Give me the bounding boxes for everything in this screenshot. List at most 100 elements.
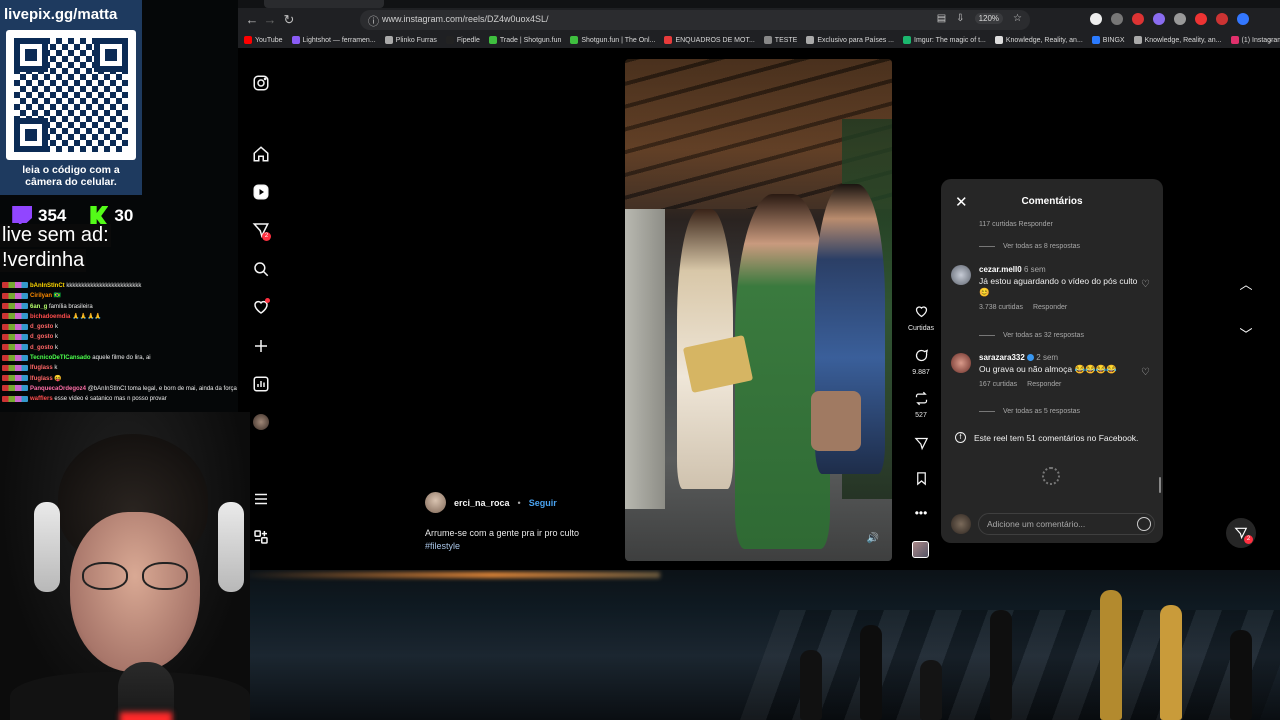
likes-label: Curtidas xyxy=(907,325,935,332)
menu-hamburger-icon[interactable] xyxy=(248,486,274,512)
next-reel-chevron-down-icon[interactable]: ﹀ xyxy=(1234,323,1258,347)
threads-apps-icon[interactable] xyxy=(248,524,274,550)
chat-badges-icon xyxy=(2,313,28,320)
reload-button[interactable]: ↻ xyxy=(281,12,297,28)
chat-badges-icon xyxy=(2,333,28,340)
chat-badges-icon xyxy=(2,385,28,392)
extension-icon[interactable] xyxy=(1132,13,1144,25)
bookmark-item[interactable]: Knowledge, Reality, an... xyxy=(994,36,1083,44)
back-button[interactable]: ← xyxy=(244,12,260,28)
reply-button[interactable]: Responder xyxy=(1033,304,1067,311)
stream-chat: bAnInStInCt kkkkkkkkkkkkkkkkkkkkkkkkk Cir… xyxy=(2,281,238,405)
caption-hashtag[interactable]: #filestyle xyxy=(425,540,579,553)
zoom-badge[interactable]: 120% xyxy=(974,13,1004,24)
bookmark-item[interactable]: Trade | Shotgun.fun xyxy=(488,36,561,44)
bookmark-favicon-icon xyxy=(763,36,772,44)
extension-icon[interactable] xyxy=(1153,13,1165,25)
audio-thumbnail[interactable] xyxy=(912,541,929,558)
reader-icon[interactable]: ▤ xyxy=(937,13,946,24)
chat-badges-icon xyxy=(2,364,28,371)
view-replies-button[interactable]: Ver todas as 8 respostas xyxy=(979,243,1080,250)
bookmark-item[interactable]: Imgur: The magic of t... xyxy=(903,36,986,44)
bookmark-item[interactable]: TESTE xyxy=(763,36,797,44)
bookmark-item[interactable]: ENQUADROS DE MOT... xyxy=(664,36,755,44)
like-button[interactable]: Curtidas xyxy=(906,304,936,332)
comment-likes[interactable]: 167 curtidas xyxy=(979,381,1017,388)
site-info-icon[interactable]: ⓘ xyxy=(368,13,379,29)
url-text[interactable]: www.instagram.com/reels/DZ4w0uox4SL/ xyxy=(382,14,549,24)
previous-reel-chevron-up-icon[interactable]: ︿ xyxy=(1234,273,1258,297)
bookmark-item[interactable]: Exclusivo para Países ... xyxy=(806,36,894,44)
dashboard-icon[interactable] xyxy=(248,371,274,397)
instagram-logo-icon[interactable] xyxy=(248,70,274,96)
chat-text: 🙏🙏🙏🙏 xyxy=(72,313,102,320)
facebook-comments-note[interactable]: f Este reel tem 51 comentários no Facebo… xyxy=(955,432,1138,443)
comment-like-icon[interactable]: ♡ xyxy=(1141,279,1150,290)
extension-icon[interactable] xyxy=(1111,13,1123,25)
repost-button[interactable]: 527 xyxy=(906,391,936,419)
chat-badges-icon xyxy=(2,354,28,361)
more-bookmarks-icon[interactable]: › xyxy=(1262,33,1278,49)
comments-panel: ✕ Comentários 117 curtidas Responder Ver… xyxy=(941,179,1163,543)
bookmark-item[interactable]: Lightshot — ferramen... xyxy=(291,36,376,44)
comment-avatar[interactable] xyxy=(951,265,971,285)
comment-like-icon[interactable]: ♡ xyxy=(1141,367,1150,378)
comments-list[interactable]: 117 curtidas Responder Ver todas as 8 re… xyxy=(941,219,1163,493)
chat-badges-icon xyxy=(2,375,28,382)
comment-button[interactable]: 9.887 xyxy=(906,348,936,376)
active-tab[interactable] xyxy=(264,0,384,8)
messages-fab[interactable]: 2 xyxy=(1226,518,1256,548)
emoji-icon[interactable] xyxy=(1137,517,1151,531)
author-username[interactable]: erci_na_roca xyxy=(454,498,510,508)
create-plus-icon[interactable] xyxy=(248,333,274,359)
video-wall xyxy=(625,209,665,509)
extension-icon[interactable] xyxy=(1195,13,1207,25)
extension-icon[interactable] xyxy=(1174,13,1186,25)
save-bookmark-button[interactable] xyxy=(906,471,936,491)
view-replies-button[interactable]: Ver todas as 32 respostas xyxy=(979,332,1084,339)
notifications-heart-icon[interactable] xyxy=(248,294,274,320)
bookmark-item[interactable]: Knowledge, Reality, an... xyxy=(1133,36,1222,44)
home-icon[interactable] xyxy=(248,141,274,167)
extension-icon[interactable] xyxy=(1090,13,1102,25)
author-avatar[interactable] xyxy=(425,492,446,513)
twitch-viewers: 354 xyxy=(38,206,67,225)
extension-icon[interactable] xyxy=(1237,13,1249,25)
star-icon[interactable]: ☆ xyxy=(1013,13,1022,24)
comment-likes[interactable]: 3.738 curtidas xyxy=(979,304,1023,311)
comment-avatar[interactable] xyxy=(951,353,971,373)
download-icon[interactable]: ⇩ xyxy=(956,13,964,24)
comment-username[interactable]: sarazara332 xyxy=(979,353,1025,362)
reel-video[interactable]: 🔊 xyxy=(625,59,892,561)
bookmark-item[interactable]: Plinko Furras xyxy=(384,36,437,44)
comment-username[interactable]: cezar.mell0 xyxy=(979,265,1022,274)
address-bar[interactable]: ⓘ www.instagram.com/reels/DZ4w0uox4SL/ ▤… xyxy=(360,10,1030,30)
reels-icon[interactable] xyxy=(248,179,274,205)
search-icon[interactable] xyxy=(248,256,274,282)
reposts-count: 527 xyxy=(915,412,927,419)
extension-icon[interactable] xyxy=(1216,13,1228,25)
extensions-bar xyxy=(1090,13,1249,25)
chat-username: bAnInStInCt xyxy=(30,283,65,289)
bookmark-label: Shotgun.fun | The Onl... xyxy=(581,36,656,44)
more-options-button[interactable]: ••• xyxy=(906,506,936,520)
comment-input[interactable] xyxy=(978,513,1155,535)
bookmark-label: YouTube xyxy=(255,36,283,44)
volume-icon[interactable]: 🔊 xyxy=(866,533,880,547)
ad-free-command: !verdinha xyxy=(0,249,87,272)
messages-icon[interactable]: 2 xyxy=(248,217,274,243)
kick-icon xyxy=(90,206,109,226)
bookmark-item[interactable]: BINGX xyxy=(1091,36,1125,44)
share-button[interactable] xyxy=(906,436,936,456)
profile-avatar[interactable] xyxy=(248,409,274,435)
bookmark-item[interactable]: YouTube xyxy=(244,36,283,44)
bookmark-item[interactable]: Shotgun.fun | The Onl... xyxy=(570,36,655,44)
forward-button[interactable]: → xyxy=(262,12,278,28)
view-replies-button[interactable]: Ver todas as 5 respostas xyxy=(979,408,1080,415)
chat-message: d_gosto k xyxy=(2,322,238,332)
bookmark-item[interactable]: Fipedle xyxy=(445,36,480,44)
reply-button[interactable]: Responder xyxy=(1027,381,1061,388)
chat-username: d_gosto xyxy=(30,334,54,341)
scrollbar[interactable] xyxy=(1159,477,1161,493)
follow-button[interactable]: Seguir xyxy=(529,498,557,508)
